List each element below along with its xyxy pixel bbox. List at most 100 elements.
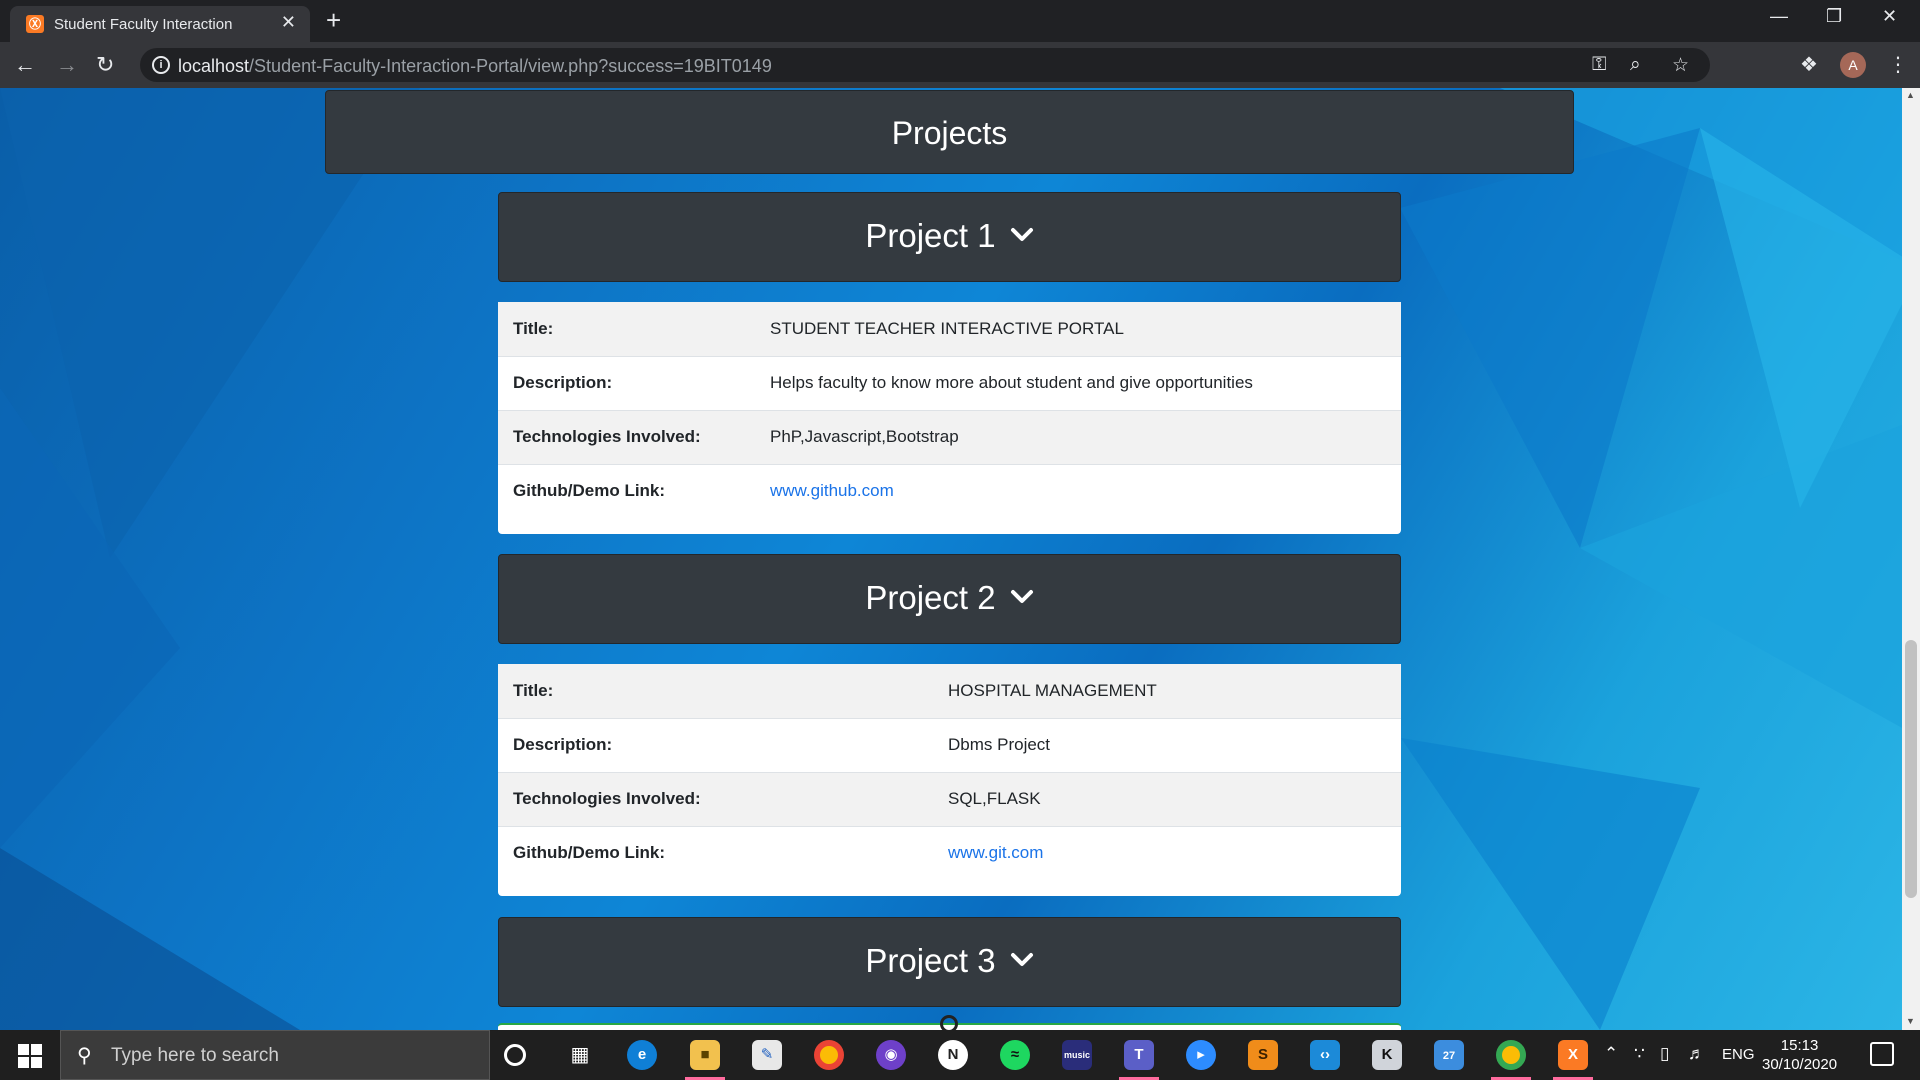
address-bar[interactable]: i localhost/Student-Faculty-Interaction-… — [140, 48, 1710, 82]
scroll-down-icon[interactable]: ▼ — [1906, 1016, 1915, 1026]
clock-time: 15:13 — [1780, 1037, 1819, 1054]
tab-title: Student Faculty Interaction — [54, 16, 233, 33]
table-row: Description: Helps faculty to know more … — [498, 356, 1401, 410]
github-demo-link[interactable]: www.git.com — [948, 843, 1043, 862]
row-value: www.github.com — [755, 464, 1401, 518]
project-2-toggle[interactable]: Project 2 — [498, 554, 1401, 644]
projects-heading: Projects — [325, 90, 1574, 174]
taskbar-search-input[interactable]: ⚲ Type here to search — [60, 1030, 490, 1080]
profile-avatar[interactable]: A — [1840, 52, 1866, 78]
windows-start-icon[interactable] — [18, 1044, 42, 1068]
row-value: www.git.com — [933, 826, 1401, 880]
table-row: Github/Demo Link: www.git.com — [498, 826, 1401, 880]
chrome-app-icon[interactable] — [814, 1040, 844, 1070]
xampp-icon[interactable]: X — [1558, 1040, 1588, 1070]
url-text[interactable]: localhost/Student-Faculty-Interaction-Po… — [178, 56, 772, 77]
github-desktop-icon[interactable]: ◉ — [876, 1040, 906, 1070]
project-3-header-label: Project 3 — [865, 942, 996, 979]
row-value: Dbms Project — [948, 735, 1051, 754]
mouse-cursor-icon — [940, 1015, 958, 1030]
chrome-active-icon[interactable] — [1496, 1040, 1526, 1070]
back-icon[interactable]: ← — [14, 52, 36, 78]
table-row: Github/Demo Link: www.github.com — [498, 464, 1401, 518]
forward-icon[interactable]: → — [56, 52, 78, 78]
row-label: Github/Demo Link: — [513, 481, 666, 501]
row-value: PhP,Javascript,Bootstrap — [770, 427, 959, 446]
page-viewport: Projects Project 1 Title: STUDENT TEACHE… — [0, 88, 1920, 1030]
project-2-details: Title: HOSPITAL MANAGEMENT Description: … — [498, 664, 1401, 896]
row-label: Github/Demo Link: — [513, 843, 666, 863]
project-2-header-label: Project 2 — [865, 579, 996, 616]
extensions-puzzle-icon[interactable]: ❖ — [1800, 52, 1818, 77]
windows-taskbar: ⚲ Type here to search ▦ e ■ ✎ ◉ N ≈ musi… — [0, 1030, 1920, 1080]
file-explorer-icon[interactable]: ■ — [690, 1040, 720, 1070]
row-value: Helps faculty to know more about student… — [770, 373, 1253, 392]
row-label: Description: — [513, 735, 613, 754]
menu-kebab-icon[interactable]: ⋮ — [1888, 52, 1908, 77]
vscode-icon[interactable]: ‹› — [1310, 1040, 1340, 1070]
browser-tab[interactable]: Ⓧ Student Faculty Interaction ✕ — [10, 6, 310, 42]
language-indicator[interactable]: ENG — [1722, 1046, 1755, 1063]
table-row: Technologies Involved: SQL,FLASK — [498, 772, 1401, 826]
project-1-toggle[interactable]: Project 1 — [498, 192, 1401, 282]
row-label: Title: — [513, 680, 554, 700]
xampp-favicon-icon: Ⓧ — [26, 15, 44, 33]
minimize-icon[interactable]: — — [1770, 6, 1788, 27]
zoom-app-icon[interactable]: ▸ — [1186, 1040, 1216, 1070]
row-label: Technologies Involved: — [513, 427, 701, 446]
browser-tab-bar: Ⓧ Student Faculty Interaction ✕ + — ❐ ✕ — [0, 0, 1920, 42]
table-row: Title: HOSPITAL MANAGEMENT — [498, 664, 1401, 718]
row-label: Title: — [513, 318, 554, 338]
zoom-icon[interactable]: ⌕ — [1630, 54, 1641, 76]
row-value: SQL,FLASK — [948, 789, 1041, 808]
row-label: Description: — [513, 373, 613, 392]
scroll-up-icon[interactable]: ▲ — [1906, 90, 1915, 100]
row-value: HOSPITAL MANAGEMENT — [948, 680, 1157, 700]
notion-icon[interactable]: N — [938, 1040, 968, 1070]
url-path: /Student-Faculty-Interaction-Portal/view… — [249, 56, 772, 76]
search-placeholder: Type here to search — [111, 1045, 279, 1066]
chevron-down-icon — [1010, 953, 1033, 967]
badge-count: 27 — [1442, 1050, 1456, 1062]
table-row: Description: Dbms Project — [498, 718, 1401, 772]
url-host: localhost — [178, 56, 250, 76]
project-2-table: Title: HOSPITAL MANAGEMENT Description: … — [498, 664, 1401, 880]
chevron-down-icon — [1010, 228, 1033, 242]
cortana-icon[interactable] — [504, 1044, 526, 1066]
project-3-toggle[interactable]: Project 3 — [498, 917, 1401, 1007]
table-row: Technologies Involved: PhP,Javascript,Bo… — [498, 410, 1401, 464]
chevron-down-icon — [1010, 590, 1033, 604]
window-close-icon[interactable]: ✕ — [1882, 6, 1897, 27]
storage-app-icon[interactable]: 27 — [1434, 1040, 1464, 1070]
site-info-icon[interactable]: i — [152, 56, 170, 74]
row-label: Technologies Involved: — [513, 789, 701, 808]
battery-icon[interactable]: ▯ — [1660, 1044, 1669, 1064]
task-view-icon[interactable]: ▦ — [565, 1040, 595, 1070]
edge-icon[interactable]: e — [627, 1040, 657, 1070]
amazon-music-icon[interactable]: music — [1062, 1040, 1092, 1070]
notification-center-icon[interactable] — [1870, 1042, 1894, 1066]
scroll-thumb[interactable] — [1905, 640, 1917, 898]
kite-icon[interactable]: K — [1372, 1040, 1402, 1070]
reload-icon[interactable]: ↻ — [96, 52, 114, 78]
key-icon[interactable]: ⚿ — [1592, 54, 1606, 76]
restore-icon[interactable]: ❐ — [1826, 6, 1842, 27]
tray-chevron-icon[interactable]: ⌃ — [1604, 1044, 1618, 1064]
taskbar-clock[interactable]: 15:13 30/10/2020 — [1762, 1036, 1837, 1074]
project-1-details: Title: STUDENT TEACHER INTERACTIVE PORTA… — [498, 302, 1401, 534]
clock-date: 30/10/2020 — [1762, 1056, 1838, 1073]
github-demo-link[interactable]: www.github.com — [770, 481, 894, 500]
teams-icon[interactable]: T — [1124, 1040, 1154, 1070]
search-icon: ⚲ — [77, 1045, 92, 1067]
page-scrollbar[interactable]: ▲ ▼ — [1902, 88, 1920, 1030]
browser-toolbar: ← → ↻ i localhost/Student-Faculty-Intera… — [0, 42, 1920, 88]
volume-icon[interactable]: ♬ — [1688, 1044, 1705, 1064]
bookmark-star-icon[interactable]: ☆ — [1672, 54, 1689, 77]
tab-close-icon[interactable]: ✕ — [281, 12, 296, 33]
paint-icon[interactable]: ✎ — [752, 1040, 782, 1070]
wifi-icon[interactable]: ∵ — [1634, 1044, 1645, 1064]
sublime-text-icon[interactable]: S — [1248, 1040, 1278, 1070]
new-tab-icon[interactable]: + — [326, 6, 341, 34]
table-row: Title: STUDENT TEACHER INTERACTIVE PORTA… — [498, 302, 1401, 356]
spotify-icon[interactable]: ≈ — [1000, 1040, 1030, 1070]
